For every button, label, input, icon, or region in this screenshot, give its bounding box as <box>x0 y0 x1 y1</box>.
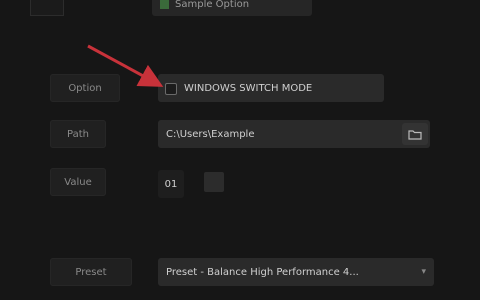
annotation-arrow <box>87 44 164 87</box>
